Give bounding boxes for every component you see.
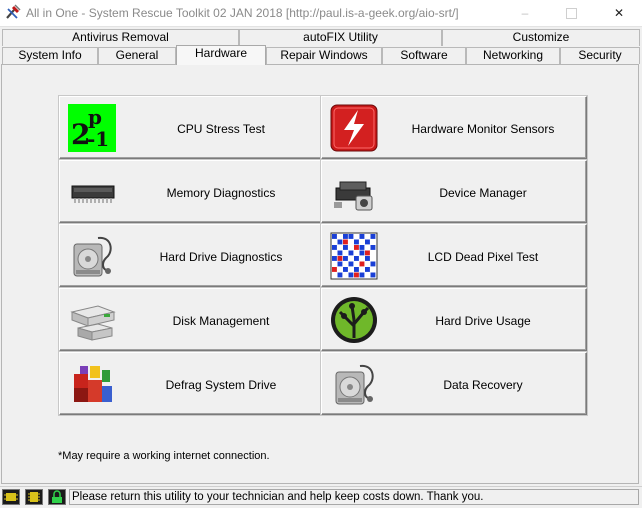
cpu-stress-test-label: CPU Stress Test	[177, 121, 265, 136]
hard-drive-diagnostics-button[interactable]: Hard Drive Diagnostics	[59, 224, 325, 287]
data-recovery-icon	[330, 360, 378, 408]
status-message: Please return this utility to your techn…	[69, 489, 639, 505]
app-window: All in One - System Rescue Toolkit 02 JA…	[0, 0, 642, 508]
lock-status-icon	[48, 489, 66, 505]
tab-security[interactable]: Security	[560, 47, 640, 64]
tab-repair-windows[interactable]: Repair Windows	[266, 47, 382, 64]
lcd-dead-pixel-test-label: LCD Dead Pixel Test	[427, 249, 539, 264]
data-recovery-label: Data Recovery	[443, 377, 523, 392]
cpu-status-icon	[25, 489, 43, 505]
tab-general[interactable]: General	[98, 47, 176, 64]
tab-networking[interactable]: Networking	[466, 47, 560, 64]
lightning-icon	[330, 104, 378, 152]
tab-customize[interactable]: Customize	[442, 29, 640, 46]
close-icon: ✕	[613, 6, 625, 20]
cpu-icon-tail: -1	[87, 127, 109, 151]
defrag-icon	[68, 360, 116, 408]
title-bar[interactable]: All in One - System Rescue Toolkit 02 JA…	[0, 0, 642, 27]
data-recovery-button[interactable]: Data Recovery	[321, 352, 587, 415]
defrag-system-drive-button[interactable]: Defrag System Drive	[59, 352, 325, 415]
close-button[interactable]: ✕	[596, 0, 642, 26]
disk-management-label: Disk Management	[172, 313, 270, 328]
internet-note: *May require a working internet connecti…	[58, 450, 270, 462]
cpu-icon-exp: p	[88, 105, 102, 129]
memory-diagnostics-label: Memory Diagnostics	[166, 185, 276, 200]
cpu-stress-icon: 2 p -1	[68, 104, 116, 152]
status-bar: Please return this utility to your techn…	[0, 486, 642, 508]
window-title: All in One - System Rescue Toolkit 02 JA…	[26, 6, 459, 20]
device-manager-button[interactable]: Device Manager	[321, 160, 587, 223]
memory-chip-icon	[68, 168, 116, 216]
hard-drive-diagnostics-label: Hard Drive Diagnostics	[159, 249, 283, 264]
memory-status-icon	[2, 489, 20, 505]
lcd-dead-pixel-test-button[interactable]: LCD Dead Pixel Test	[321, 224, 587, 287]
tab-hardware[interactable]: Hardware	[176, 45, 266, 65]
hardware-monitor-sensors-button[interactable]: Hardware Monitor Sensors	[321, 96, 587, 159]
tab-autofix-utility[interactable]: autoFIX Utility	[239, 29, 442, 46]
disk-management-icon	[68, 296, 116, 344]
hard-drive-stethoscope-icon	[68, 232, 116, 280]
hard-drive-usage-button[interactable]: Hard Drive Usage	[321, 288, 587, 351]
maximize-button[interactable]	[548, 0, 594, 26]
disk-management-button[interactable]: Disk Management	[59, 288, 325, 351]
tab-antivirus-removal[interactable]: Antivirus Removal	[2, 29, 239, 46]
tree-map-icon	[330, 296, 378, 344]
toolkit-icon	[6, 4, 21, 19]
minimize-button[interactable]: –	[502, 0, 548, 26]
maximize-icon	[565, 7, 577, 19]
cpu-stress-test-button[interactable]: 2 p -1 CPU Stress Test	[59, 96, 325, 159]
tab-system-info[interactable]: System Info	[2, 47, 98, 64]
device-manager-icon	[330, 168, 378, 216]
memory-diagnostics-button[interactable]: Memory Diagnostics	[59, 160, 325, 223]
cpu-stress-glyph: 2 p -1	[71, 105, 109, 151]
defrag-system-drive-label: Defrag System Drive	[165, 377, 277, 392]
pixel-grid-icon	[330, 232, 378, 280]
device-manager-label: Device Manager	[439, 185, 527, 200]
hardware-monitor-sensors-label: Hardware Monitor Sensors	[411, 121, 555, 136]
hard-drive-usage-label: Hard Drive Usage	[435, 313, 531, 328]
minimize-icon: –	[521, 6, 529, 20]
tab-software[interactable]: Software	[382, 47, 466, 64]
